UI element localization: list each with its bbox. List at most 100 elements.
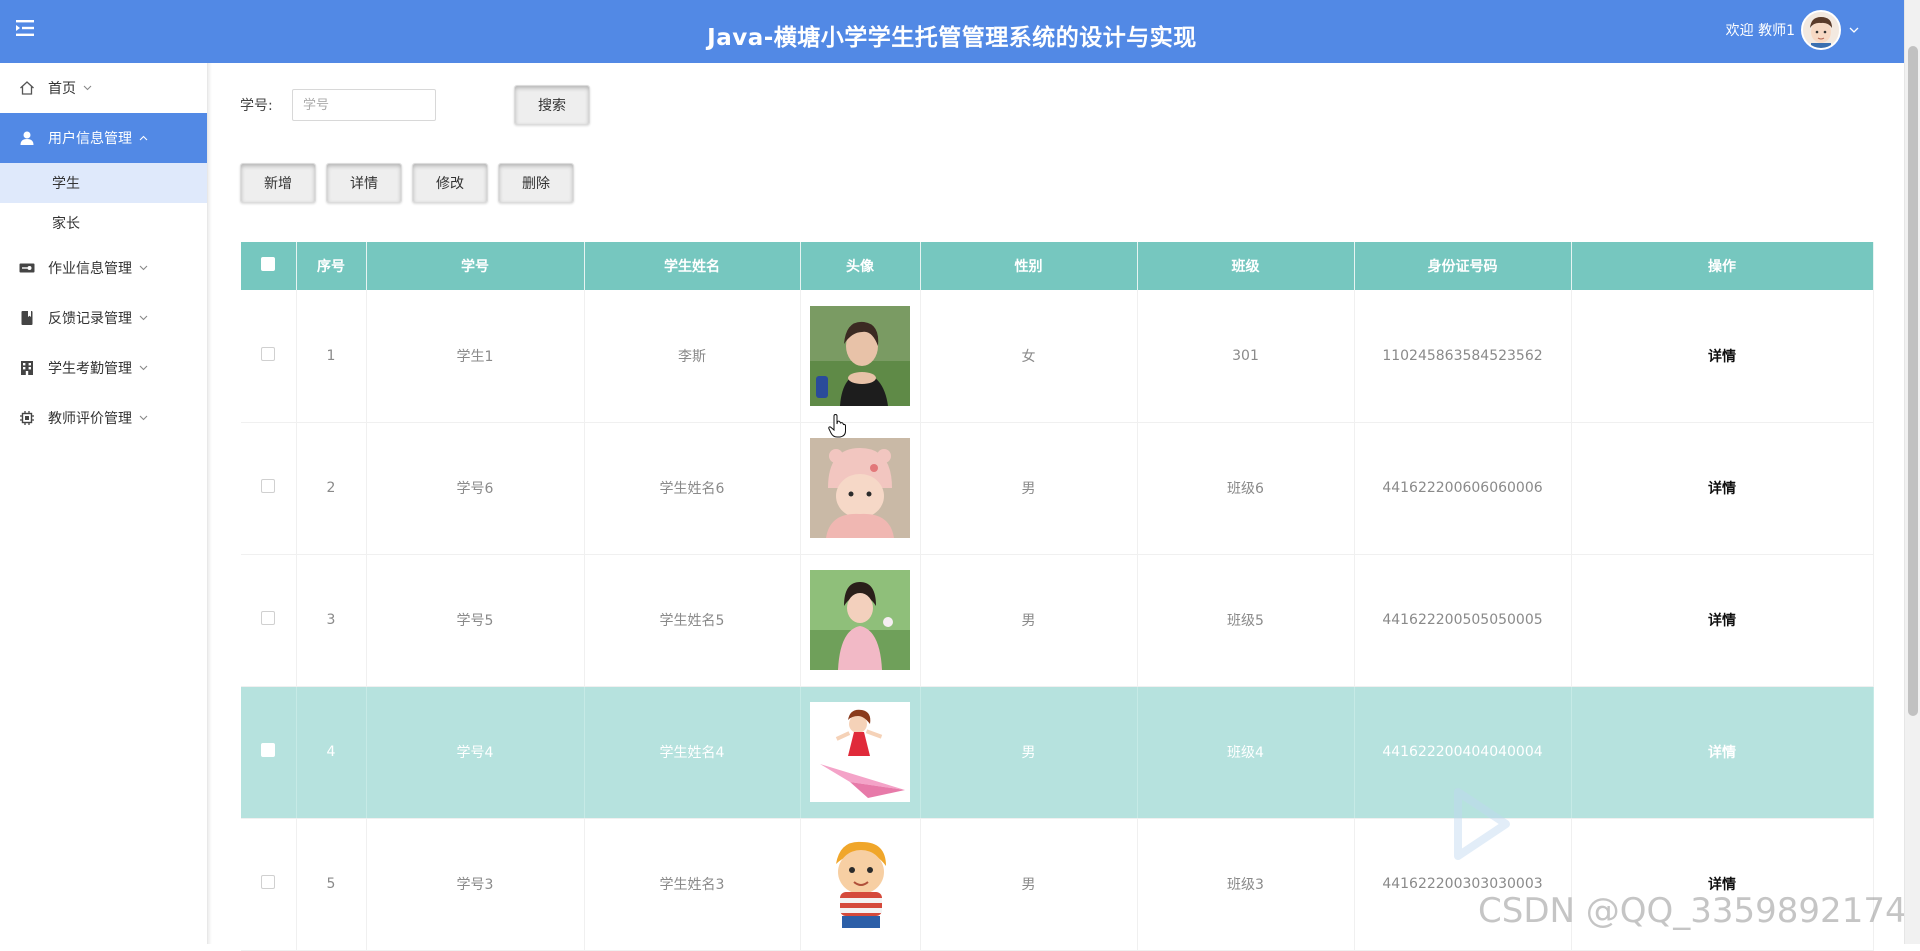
row-checkbox[interactable] bbox=[261, 479, 276, 493]
cell-class: 班级5 bbox=[1137, 554, 1355, 687]
sidebar-item-label: 作业信息管理 bbox=[48, 261, 132, 277]
chip-icon bbox=[18, 409, 36, 427]
table-row-selected[interactable]: 4 学号4 学生姓名4 男 班级4 441622200404040004 详情 bbox=[241, 686, 1874, 819]
sidebar-item-homework[interactable]: 作业信息管理 bbox=[0, 243, 207, 293]
sidebar: 首页 用户信息管理 学生 家长 作业信息管理 反馈记录管理 学生考勤管理 教师评… bbox=[0, 63, 208, 944]
cell-class: 班级3 bbox=[1137, 818, 1355, 951]
column-header: 学号 bbox=[366, 242, 585, 290]
cell-index: 5 bbox=[296, 818, 367, 951]
chevron-down-icon bbox=[139, 365, 148, 371]
table-row[interactable]: 5 学号3 学生姓名3 男 班级3 441622200303030003 详情 bbox=[241, 818, 1874, 951]
sidebar-item-attendance[interactable]: 学生考勤管理 bbox=[0, 343, 207, 393]
sidebar-item-user-info[interactable]: 用户信息管理 bbox=[0, 113, 207, 163]
student-avatar-image bbox=[810, 834, 910, 934]
table-header-row: 序号 学号 学生姓名 头像 性别 班级 身份证号码 操作 bbox=[241, 242, 1874, 290]
row-detail-link[interactable]: 详情 bbox=[1708, 745, 1736, 761]
cell-index: 4 bbox=[296, 686, 367, 819]
chevron-down-icon bbox=[139, 265, 148, 271]
column-header: 身份证号码 bbox=[1354, 242, 1572, 290]
user-icon bbox=[18, 129, 36, 147]
cell-student-id: 学号4 bbox=[366, 686, 585, 819]
cell-gender: 男 bbox=[920, 686, 1138, 819]
row-detail-link[interactable]: 详情 bbox=[1708, 877, 1736, 893]
row-checkbox[interactable] bbox=[261, 743, 276, 757]
user-avatar[interactable] bbox=[1801, 10, 1841, 50]
cell-gender: 男 bbox=[920, 818, 1138, 951]
cell-id-card: 441622200404040004 bbox=[1354, 686, 1572, 819]
cell-id-card: 110245863584523562 bbox=[1354, 290, 1572, 423]
cell-student-id: 学生1 bbox=[366, 290, 585, 423]
delete-button[interactable]: 删除 bbox=[498, 163, 574, 203]
cell-name: 学生姓名3 bbox=[584, 818, 801, 951]
student-table: 序号 学号 学生姓名 头像 性别 班级 身份证号码 操作 1 学生1 李斯 女 … bbox=[241, 242, 1874, 951]
sidebar-subitem-student[interactable]: 学生 bbox=[0, 163, 207, 203]
cell-name: 李斯 bbox=[584, 290, 801, 423]
welcome-text: 欢迎 教师1 bbox=[1725, 23, 1795, 39]
row-checkbox[interactable] bbox=[261, 346, 276, 361]
row-detail-link[interactable]: 详情 bbox=[1708, 349, 1736, 365]
cell-id-card: 441622200606060006 bbox=[1354, 422, 1572, 555]
column-header: 序号 bbox=[296, 242, 367, 290]
column-header: 性别 bbox=[920, 242, 1138, 290]
chevron-down-icon bbox=[83, 85, 92, 91]
sidebar-item-label: 教师评价管理 bbox=[48, 411, 132, 427]
cell-name: 学生姓名5 bbox=[584, 554, 801, 687]
cell-class: 班级4 bbox=[1137, 686, 1355, 819]
search-label: 学号: bbox=[240, 98, 273, 114]
sidebar-subitem-parent[interactable]: 家长 bbox=[0, 203, 207, 243]
cell-id-card: 441622200505050005 bbox=[1354, 554, 1572, 687]
column-header: 班级 bbox=[1137, 242, 1355, 290]
cell-student-id: 学号5 bbox=[366, 554, 585, 687]
cell-gender: 女 bbox=[920, 290, 1138, 423]
student-avatar-image bbox=[810, 570, 910, 670]
table-row[interactable]: 2 学号6 学生姓名6 男 班级6 441622200606060006 详情 bbox=[241, 422, 1874, 555]
cell-gender: 男 bbox=[920, 422, 1138, 555]
chevron-down-icon[interactable] bbox=[1849, 27, 1859, 33]
cell-gender: 男 bbox=[920, 554, 1138, 687]
app-title: Java-横塘小学学生托管管理系统的设计与实现 bbox=[707, 25, 1197, 51]
vertical-scrollbar[interactable] bbox=[1904, 0, 1920, 944]
sidebar-subitem-label: 家长 bbox=[52, 216, 80, 232]
row-detail-link[interactable]: 详情 bbox=[1708, 481, 1736, 497]
chevron-up-icon bbox=[139, 135, 148, 141]
column-header: 学生姓名 bbox=[584, 242, 801, 290]
table-row[interactable]: 3 学号5 学生姓名5 男 班级5 441622200505050005 详情 bbox=[241, 554, 1874, 687]
sidebar-item-label: 学生考勤管理 bbox=[48, 361, 132, 377]
key-card-icon bbox=[18, 259, 36, 277]
student-avatar-image bbox=[810, 438, 910, 538]
home-icon bbox=[18, 79, 36, 97]
row-detail-link[interactable]: 详情 bbox=[1708, 613, 1736, 629]
student-id-search-input[interactable] bbox=[292, 89, 436, 121]
row-checkbox[interactable] bbox=[261, 611, 276, 625]
sidebar-subitem-label: 学生 bbox=[52, 176, 80, 192]
student-avatar-image bbox=[810, 702, 910, 802]
book-icon bbox=[18, 309, 36, 327]
sidebar-item-feedback[interactable]: 反馈记录管理 bbox=[0, 293, 207, 343]
select-all-cell bbox=[241, 242, 297, 290]
chevron-down-icon bbox=[139, 415, 148, 421]
edit-button[interactable]: 修改 bbox=[412, 163, 488, 203]
cell-name: 学生姓名4 bbox=[584, 686, 801, 819]
student-avatar-image bbox=[810, 305, 910, 406]
cell-id-card: 441622200303030003 bbox=[1354, 818, 1572, 951]
cell-index: 3 bbox=[296, 554, 367, 687]
select-all-checkbox[interactable] bbox=[261, 257, 276, 271]
sidebar-item-home[interactable]: 首页 bbox=[0, 63, 207, 113]
search-button[interactable]: 搜索 bbox=[514, 85, 590, 125]
top-header: Java-横塘小学学生托管管理系统的设计与实现 欢迎 教师1 bbox=[0, 0, 1904, 63]
row-checkbox[interactable] bbox=[261, 875, 276, 889]
cell-index: 2 bbox=[296, 422, 367, 555]
add-button[interactable]: 新增 bbox=[240, 163, 316, 203]
user-menu[interactable]: 欢迎 教师1 bbox=[1726, 7, 1859, 53]
sidebar-item-label: 反馈记录管理 bbox=[48, 311, 132, 327]
sidebar-item-teacher-eval[interactable]: 教师评价管理 bbox=[0, 393, 207, 443]
table-row[interactable]: 1 学生1 李斯 女 301 110245863584523562 详情 bbox=[241, 290, 1874, 423]
cell-name: 学生姓名6 bbox=[584, 422, 801, 555]
sidebar-item-label: 首页 bbox=[48, 81, 76, 97]
cell-class: 301 bbox=[1137, 290, 1355, 423]
detail-button[interactable]: 详情 bbox=[326, 163, 402, 203]
scrollbar-thumb[interactable] bbox=[1908, 46, 1918, 716]
sidebar-item-label: 用户信息管理 bbox=[48, 131, 132, 147]
column-header: 头像 bbox=[800, 242, 921, 290]
cell-index: 1 bbox=[296, 290, 367, 423]
